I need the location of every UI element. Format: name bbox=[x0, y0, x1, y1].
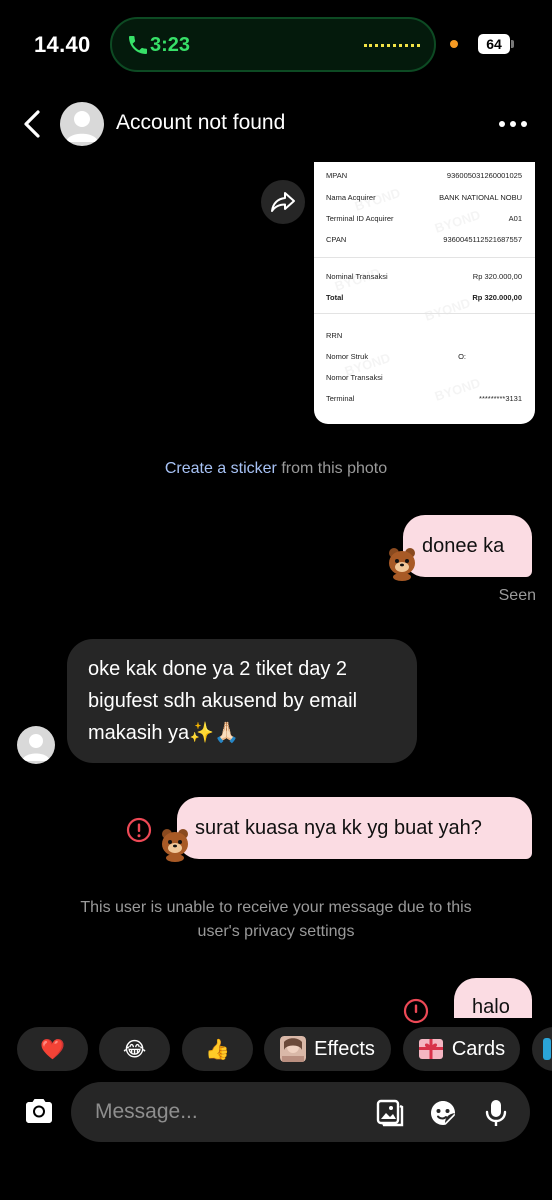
outgoing-message-failed[interactable]: surat kuasa nya kk yg buat yah? bbox=[177, 797, 532, 859]
quick-reactions-bar: ❤️ 😂 👍 Effects Cards bbox=[0, 1027, 552, 1071]
privacy-notice-line: user's privacy settings bbox=[197, 923, 355, 940]
create-sticker-link[interactable]: Create a sticker bbox=[165, 460, 277, 477]
receipt-label: Total bbox=[326, 293, 344, 302]
outgoing-message[interactable]: donee ka bbox=[403, 515, 532, 577]
receipt-row: Nomor Struk O: bbox=[326, 352, 522, 361]
error-icon[interactable] bbox=[126, 817, 152, 843]
gallery-icon[interactable] bbox=[375, 1098, 405, 1128]
receipt-row: CPAN 9360045112521687557 bbox=[326, 235, 522, 244]
receipt-row: Nomor Transaksi bbox=[326, 373, 522, 382]
share-arrow-icon bbox=[271, 192, 295, 212]
receipt-label: RRN bbox=[326, 331, 343, 340]
battery-icon: 64 bbox=[478, 34, 510, 54]
laugh-reaction-button[interactable]: 😂 bbox=[99, 1027, 170, 1071]
default-user-icon bbox=[66, 111, 98, 142]
receipt-value: 9360045112521687557 bbox=[443, 235, 522, 244]
message-composer bbox=[71, 1082, 530, 1142]
seen-status: Seen bbox=[498, 587, 536, 604]
laughing-face-icon: 😂 bbox=[122, 1038, 147, 1061]
page-title[interactable]: Account not found bbox=[116, 111, 285, 135]
message-input[interactable] bbox=[95, 1082, 355, 1142]
receipt-label: Nama Acquirer bbox=[326, 193, 376, 202]
battery-tip bbox=[511, 40, 514, 48]
partial-chip-icon bbox=[543, 1038, 551, 1060]
receipt-row: Nama Acquirer BANK NATIONAL NOBU bbox=[326, 193, 522, 202]
receipt-value: *********3131 bbox=[479, 394, 522, 403]
share-button[interactable] bbox=[261, 180, 305, 224]
receipt-row: RRN bbox=[326, 331, 522, 340]
receipt-label: Nomor Transaksi bbox=[326, 373, 383, 382]
receipt-value: BANK NATIONAL NOBU bbox=[439, 193, 522, 202]
sender-avatar[interactable] bbox=[17, 726, 55, 764]
heart-icon: ❤️ bbox=[40, 1038, 65, 1061]
bear-sticker-icon bbox=[162, 829, 188, 862]
bear-sticker-icon bbox=[389, 548, 415, 581]
effects-label: Effects bbox=[314, 1037, 375, 1060]
thumbs-up-reaction-button[interactable]: 👍 bbox=[182, 1027, 253, 1071]
message-line: oke kak done ya 2 tiket day 2 bbox=[88, 658, 348, 680]
audio-wave-indicator bbox=[364, 44, 420, 48]
receipt-label: Terminal bbox=[326, 394, 355, 403]
more-options-icon[interactable] bbox=[496, 114, 530, 134]
receipt-row: Terminal *********3131 bbox=[326, 394, 522, 403]
receipt-value: 936005031260001025 bbox=[446, 171, 522, 180]
receipt-label: CPAN bbox=[326, 235, 347, 244]
privacy-notice: This user is unable to receive your mess… bbox=[0, 896, 552, 944]
more-quick-action-button[interactable] bbox=[532, 1027, 552, 1071]
clock: 14.40 bbox=[34, 32, 91, 57]
error-icon[interactable] bbox=[403, 998, 429, 1024]
receipt-label: Nomor Struk bbox=[326, 352, 369, 361]
receipt-label: Nominal Transaksi bbox=[326, 272, 388, 281]
receipt-value: A01 bbox=[508, 214, 522, 223]
effects-thumbnail-icon bbox=[280, 1036, 307, 1062]
status-bar: 14.40 3:23 64 bbox=[0, 0, 552, 90]
receipt-value: O: bbox=[458, 352, 466, 361]
gift-card-icon bbox=[418, 1039, 443, 1059]
back-arrow-icon[interactable] bbox=[18, 106, 48, 142]
cards-button[interactable]: Cards bbox=[403, 1027, 520, 1071]
receipt-row: Terminal ID Acquirer A01 bbox=[326, 214, 522, 223]
sticker-icon[interactable] bbox=[428, 1098, 458, 1128]
active-call-pill[interactable]: 3:23 bbox=[110, 17, 436, 72]
sticker-hint: Create a sticker from this photo bbox=[0, 460, 552, 478]
message-text: surat kuasa nya kk yg buat yah? bbox=[195, 817, 482, 839]
cards-label: Cards bbox=[451, 1037, 506, 1060]
receipt-label: Terminal ID Acquirer bbox=[326, 214, 394, 223]
shared-receipt-image[interactable]: BYOND BYOND BYOND BYOND BYOND BYOND MPAN… bbox=[314, 162, 535, 424]
receipt-row: Nominal Transaksi Rp 320.000,00 bbox=[326, 272, 522, 281]
message-line: bigufest sdh akusend by email bbox=[88, 690, 358, 712]
default-user-icon bbox=[22, 734, 50, 761]
receipt-value: Rp 320.000,00 bbox=[472, 293, 522, 302]
receipt-label: MPAN bbox=[326, 171, 348, 180]
privacy-indicator-dot bbox=[450, 40, 458, 48]
message-line: makasih ya✨🙏🏻 bbox=[88, 722, 239, 744]
chat-header: Account not found bbox=[0, 96, 552, 152]
camera-icon[interactable] bbox=[22, 1094, 56, 1128]
incoming-message[interactable]: oke kak done ya 2 tiket day 2 bigufest s… bbox=[67, 639, 417, 763]
receipt-row: MPAN 936005031260001025 bbox=[326, 171, 522, 180]
privacy-notice-line: This user is unable to receive your mess… bbox=[80, 899, 472, 916]
receipt-value: Rp 320.000,00 bbox=[472, 272, 522, 281]
receipt-divider bbox=[314, 313, 535, 314]
message-text: donee ka bbox=[422, 535, 505, 557]
microphone-icon[interactable] bbox=[481, 1098, 511, 1128]
message-text: halo bbox=[472, 996, 510, 1018]
effects-button[interactable]: Effects bbox=[264, 1027, 391, 1071]
avatar[interactable] bbox=[60, 102, 104, 146]
thumbs-up-icon: 👍 bbox=[205, 1038, 230, 1061]
outgoing-message-failed[interactable]: halo bbox=[454, 978, 532, 1018]
phone-icon bbox=[129, 36, 147, 54]
receipt-divider bbox=[314, 257, 535, 258]
sticker-hint-text: from this photo bbox=[276, 460, 388, 477]
receipt-row: Total Rp 320.000,00 bbox=[326, 293, 522, 302]
heart-reaction-button[interactable]: ❤️ bbox=[17, 1027, 88, 1071]
call-duration: 3:23 bbox=[150, 34, 191, 56]
